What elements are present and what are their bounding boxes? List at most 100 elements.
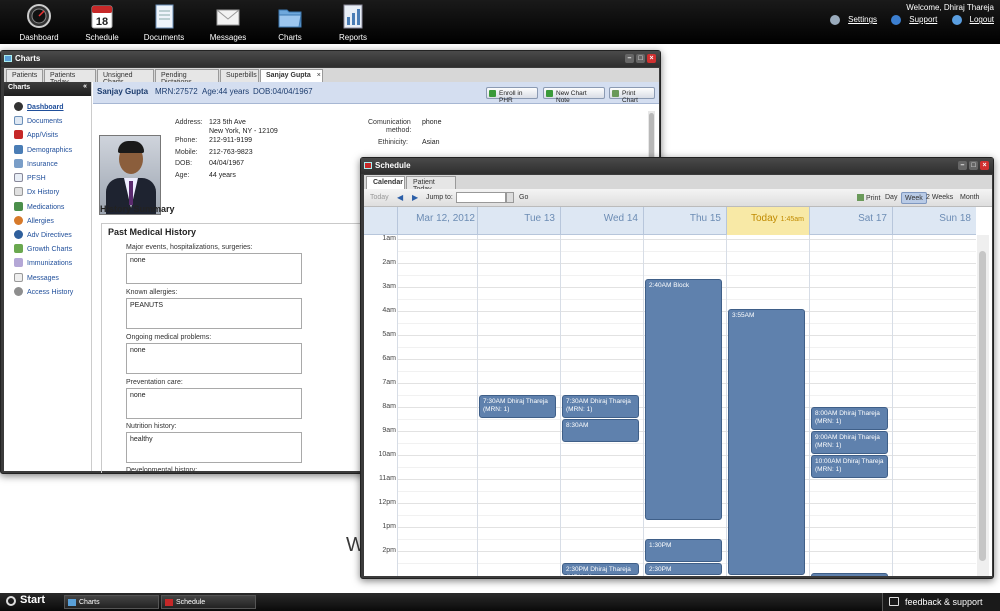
day-column-header[interactable]: Mar 12, 2012 [397,207,480,235]
tab-unsigned-charts[interactable]: Unsigned Charts [97,69,154,86]
day-column-header[interactable]: Sat 17 [809,207,892,235]
tab-close-icon[interactable]: × [317,72,321,79]
sidebar-item-pfsh[interactable]: PFSH [14,173,46,185]
tab-calendar[interactable]: Calendar [366,176,405,189]
app-messages-button[interactable]: Messages [193,3,263,42]
calendar-scrollbar[interactable] [977,235,989,576]
sidebar-item-insurance[interactable]: Insurance [14,159,58,171]
calendar-event[interactable] [811,572,888,576]
sidebar-item-dx-history[interactable]: Dx History [14,187,59,199]
communication-label-1: Comunication [368,119,411,126]
prev-arrow-icon[interactable]: ◀ [397,193,403,202]
megaphone-icon [889,597,899,606]
sidebar-item-adv-directives[interactable]: Adv Directives [14,230,72,242]
enroll-phr-button[interactable]: Enroll in PHR [486,87,538,104]
new-chart-note-button[interactable]: New Chart Note [543,87,605,104]
day-column-header[interactable]: Tue 13 [477,207,560,235]
start-button[interactable]: Start [4,594,45,610]
tab-superbills[interactable]: Superbills [220,69,259,82]
go-button[interactable]: Go [519,194,528,201]
minimize-icon[interactable]: – [958,161,967,170]
pmh-nutrition-field[interactable]: healthy [126,432,302,463]
taskbar: Start Charts Schedule feedback & support [0,593,1000,611]
pmh-allergies-field[interactable]: PEANUTS [126,298,302,329]
settings-label: Settings [848,15,878,25]
pmh-major-events-field[interactable]: none [126,253,302,284]
next-arrow-icon[interactable]: ▶ [412,193,418,202]
app-dashboard-button[interactable]: Dashboard [4,3,74,42]
day-column-label: Tue 13 [524,213,555,224]
date-picker-icon[interactable] [506,192,514,203]
sidebar-item-allergies[interactable]: Allergies [14,216,54,228]
print-chart-button[interactable]: Print Chart [609,87,655,104]
today-button[interactable]: Today [370,194,389,201]
sidebar-item-app-visits[interactable]: App/Visits [14,130,58,142]
sidebar-title: Charts [8,84,31,91]
sidebar-item-immunizations[interactable]: Immunizations [14,258,72,270]
sidebar-item-messages[interactable]: Messages [14,273,59,285]
week-calendar-grid[interactable]: 1am 2am 3am 4am 5am 6am 7am 8am 9am 10am 11am 12pm 1… [364,235,976,576]
view-month-button[interactable]: Month [957,192,982,204]
tab-pending-dictations[interactable]: Pending Dictations [155,69,219,86]
sidebar-item-dashboard[interactable]: Dashboard [14,102,64,114]
calendar-event[interactable]: 2:30PM Dhiraj Thareja (MRN: 1) [562,563,639,576]
tab-patient-today[interactable]: Patient Today [406,176,456,193]
view-day-button[interactable]: Day [882,192,900,204]
age-value: 44 years [209,172,236,179]
sidebar-item-access-history[interactable]: Access History [14,287,73,299]
gear-icon [830,15,841,25]
calendar-event[interactable]: 2:40AM Block [645,279,722,520]
task-schedule[interactable]: Schedule [161,595,256,609]
hour-label: 7am [382,379,396,386]
sidebar-item-documents[interactable]: Documents [14,116,62,128]
tab-sanjay-gupta[interactable]: Sanjay Gupta × [260,69,323,82]
window-icon [364,162,372,169]
calendar-event[interactable]: 10:00AM Dhiraj Thareja (MRN: 1) [811,455,888,478]
hour-label: 6am [382,355,396,362]
day-column-header[interactable]: Today 1:45am [726,207,809,235]
sidebar-item-medications[interactable]: Medications [14,202,64,214]
sidebar-item-growth-charts[interactable]: Growth Charts [14,244,72,256]
day-column-header[interactable]: Wed 14 [560,207,643,235]
calendar-event[interactable]: 2:30PM [645,563,722,575]
jump-to-date-input[interactable] [456,192,506,203]
logout-link[interactable]: Logout [946,15,994,25]
app-reports-button[interactable]: Reports [318,3,388,42]
print-button[interactable]: Print [857,194,880,202]
dashboard-gauge-icon [27,4,51,28]
minimize-icon[interactable]: – [625,54,634,63]
sidebar-item-demographics[interactable]: Demographics [14,145,72,157]
settings-link[interactable]: Settings [824,15,878,25]
charts-window-titlebar[interactable]: Charts – □ × [1,51,660,67]
calendar-event[interactable]: 7:30AM Dhiraj Thareja (MRN: 1) [562,395,639,418]
task-charts[interactable]: Charts [64,595,159,609]
calendar-event[interactable]: 3:55AM [728,309,805,575]
maximize-icon[interactable]: □ [969,161,978,170]
welcome-text: Welcome, Dhiraj Thareja [906,3,994,12]
app-schedule-button[interactable]: 18 Schedule [67,3,137,42]
patient-dob: DOB:04/04/1967 [253,87,313,96]
top-app-bar: Dashboard 18 Schedule Documents Messages… [0,0,1000,44]
day-column-header[interactable]: Sun 18 [892,207,976,235]
close-icon[interactable]: × [647,54,656,63]
close-icon[interactable]: × [980,161,989,170]
schedule-window-titlebar[interactable]: Schedule – □ × [361,158,993,174]
day-column-header[interactable]: Thu 15 [643,207,726,235]
calendar-event[interactable]: 8:30AM [562,419,639,442]
calendar-event[interactable]: 1:30PM [645,539,722,562]
calendar-event[interactable]: 7:30AM Dhiraj Thareja (MRN: 1) [479,395,556,418]
app-charts-button[interactable]: Charts [255,3,325,42]
view-2-weeks-button[interactable]: 2 Weeks [923,192,956,204]
pmh-prevention-field[interactable]: none [126,388,302,419]
collapse-icon[interactable]: « [83,83,87,90]
pmh-ongoing-field[interactable]: none [126,343,302,374]
print-label: Print [866,195,881,202]
feedback-support-button[interactable]: feedback & support [882,593,1000,611]
calendar-event[interactable]: 8:00AM Dhiraj Thareja (MRN: 1) [811,407,888,430]
tab-patients-today[interactable]: Patients Today [44,69,96,86]
calendar-event[interactable]: 9:00AM Dhiraj Thareja (MRN: 1) [811,431,888,454]
app-documents-button[interactable]: Documents [129,3,199,42]
maximize-icon[interactable]: □ [636,54,645,63]
tab-patients[interactable]: Patients [6,69,43,82]
support-link[interactable]: Support [885,15,937,25]
